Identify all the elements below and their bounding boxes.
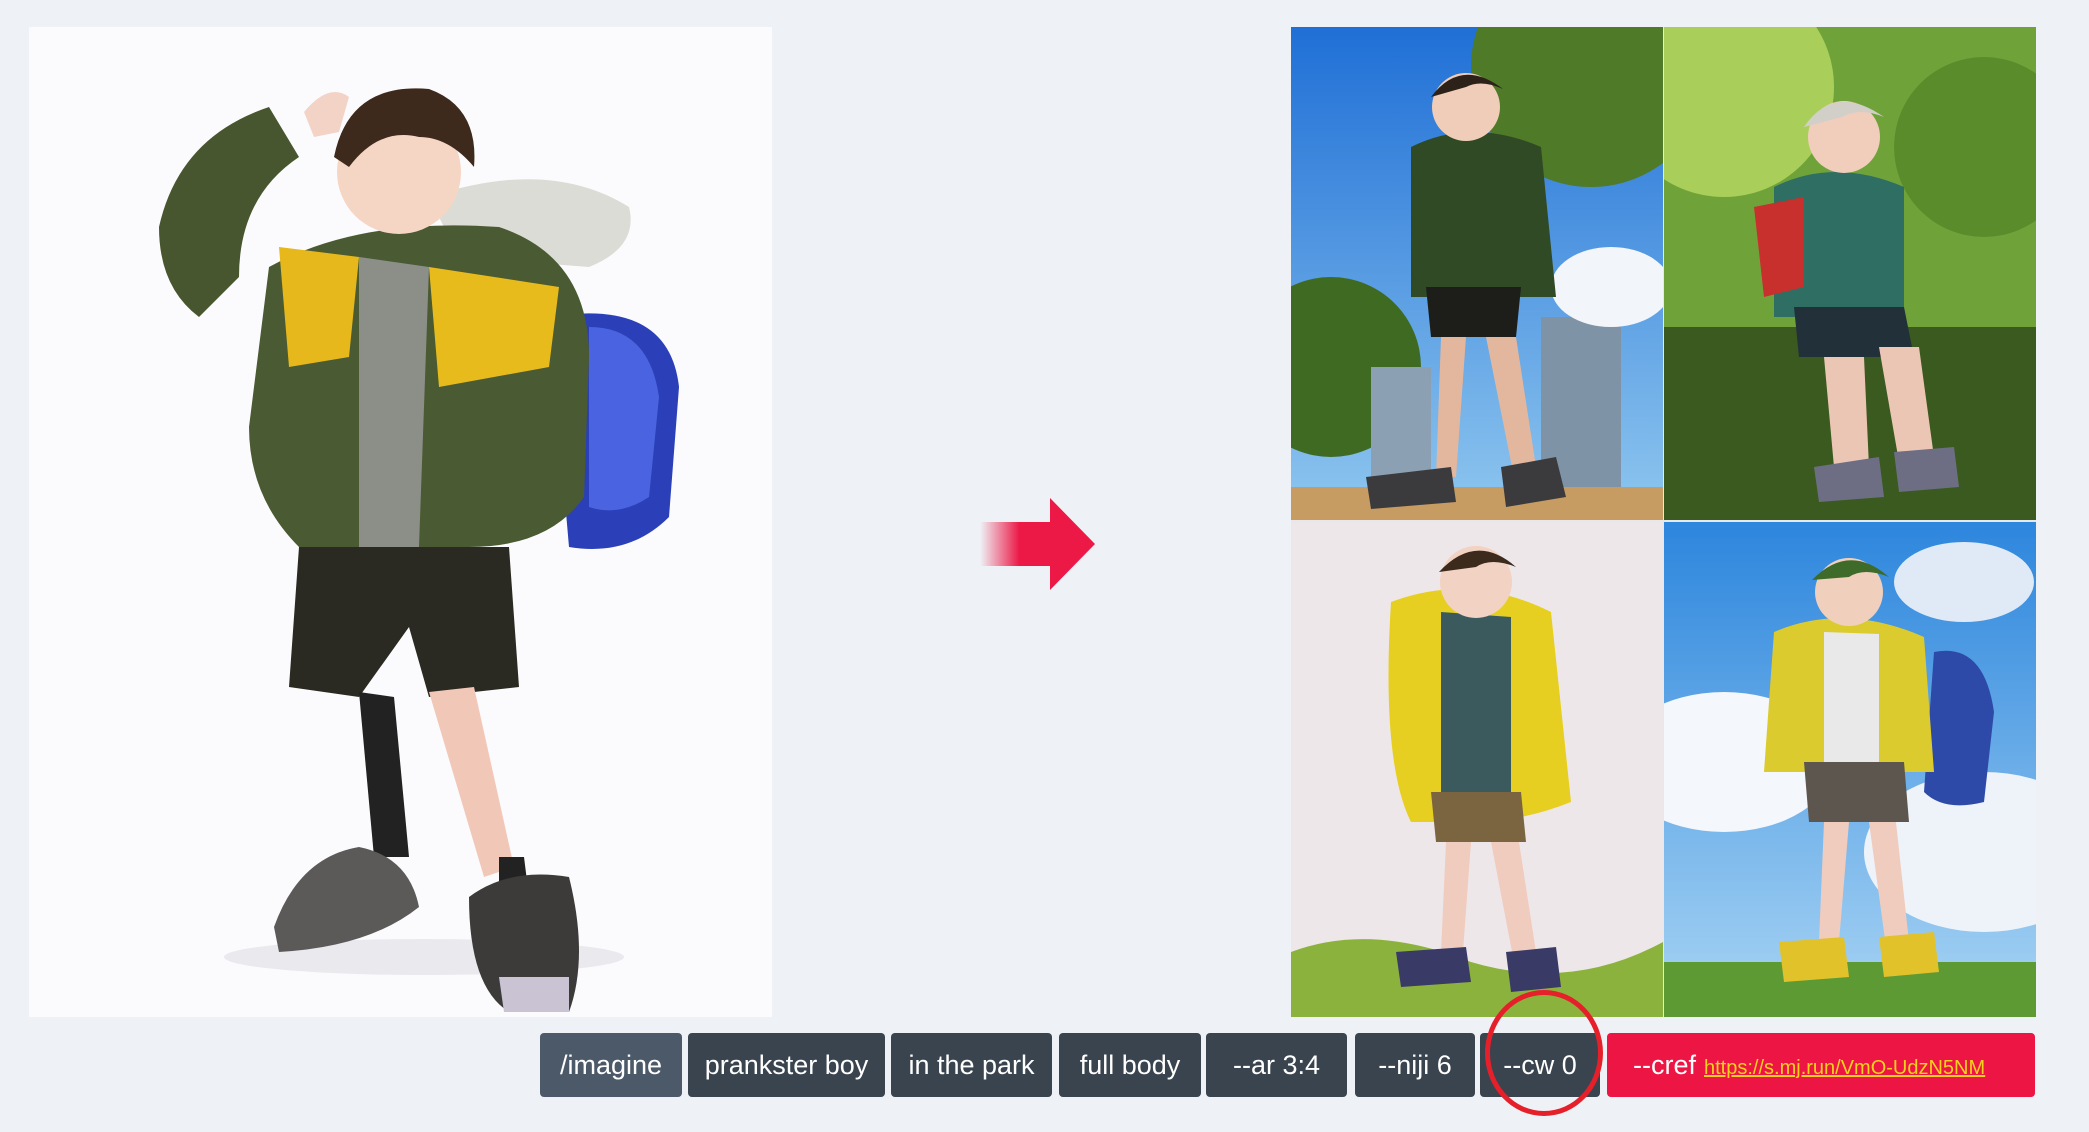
chip-in-the-park[interactable]: in the park bbox=[891, 1033, 1052, 1097]
chip-imagine[interactable]: /imagine bbox=[540, 1033, 682, 1097]
generated-image-3[interactable] bbox=[1291, 522, 1663, 1017]
generated-image-grid bbox=[1291, 27, 2036, 1017]
cref-link[interactable]: https://s.mj.run/VmO-UdzN5NM bbox=[1704, 1057, 1985, 1079]
chip-cw[interactable]: --cw 0 bbox=[1480, 1033, 1600, 1097]
generated-image-2[interactable] bbox=[1664, 27, 2036, 520]
generated-image-1[interactable] bbox=[1291, 27, 1663, 520]
chip-aspect-ratio[interactable]: --ar 3:4 bbox=[1206, 1033, 1347, 1097]
chip-cref[interactable]: --cref https://s.mj.run/VmO-UdzN5NM bbox=[1607, 1033, 2035, 1097]
chip-full-body[interactable]: full body bbox=[1059, 1033, 1201, 1097]
arrow-right-icon bbox=[980, 498, 1095, 590]
chip-prankster-boy[interactable]: prankster boy bbox=[688, 1033, 885, 1097]
chip-niji[interactable]: --niji 6 bbox=[1355, 1033, 1475, 1097]
cref-label: --cref bbox=[1633, 1050, 1696, 1080]
generated-image-4[interactable] bbox=[1664, 522, 2036, 1017]
prompt-bar: /imagine prankster boy in the park full … bbox=[0, 1033, 2089, 1097]
reference-character-image bbox=[29, 27, 772, 1017]
